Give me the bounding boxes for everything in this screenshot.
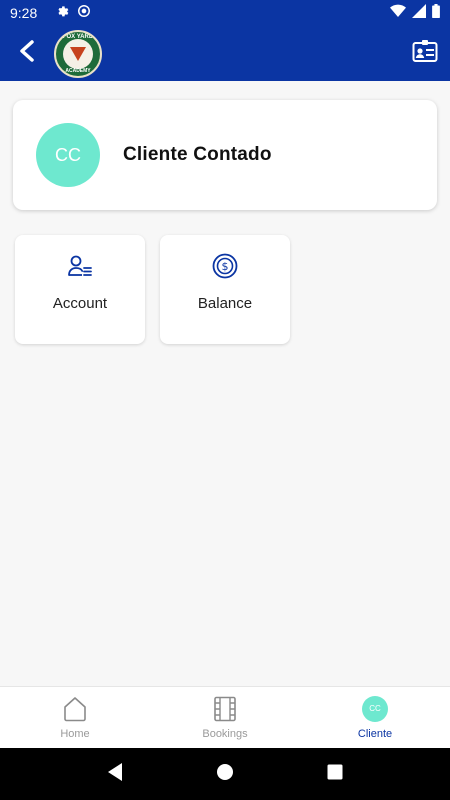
id-card-icon (412, 39, 438, 68)
triangle-back-icon (106, 762, 124, 787)
system-nav-bar (0, 748, 450, 800)
status-time: 9:28 (10, 5, 38, 21)
wifi-icon (390, 4, 406, 23)
app-bar: FOX YARD ACADEMY (0, 26, 450, 81)
svg-text:$: $ (222, 260, 229, 273)
system-home-button[interactable] (205, 754, 245, 794)
nav-bookings-label: Bookings (202, 727, 248, 740)
back-button[interactable] (0, 26, 54, 81)
sync-icon (77, 4, 91, 23)
fox-icon (70, 46, 86, 61)
balance-label: Balance (197, 295, 253, 312)
profile-name: Cliente Contado (123, 144, 272, 165)
logo-text-bottom: ACADEMY (65, 67, 91, 74)
academy-logo: FOX YARD ACADEMY (54, 29, 102, 78)
id-card-button[interactable] (410, 39, 440, 69)
logo-text-top: FOX YARD (62, 33, 94, 40)
dollar-coin-icon: $ (212, 253, 238, 279)
avatar: CC (362, 695, 388, 722)
bottom-nav: Home Bookings CC Cliente (0, 686, 450, 748)
film-icon (212, 696, 238, 722)
nav-cliente[interactable]: CC Cliente (300, 687, 450, 748)
settings-icon (55, 4, 69, 23)
chevron-left-icon (17, 40, 37, 67)
balance-tile[interactable]: $ Balance (160, 235, 290, 344)
battery-icon (432, 3, 440, 23)
nav-bookings[interactable]: Bookings (150, 687, 300, 748)
nav-cliente-label: Cliente (357, 727, 393, 740)
status-bar: 9:28 (0, 0, 450, 26)
nav-home-label: Home (60, 727, 90, 740)
nav-home[interactable]: Home (0, 687, 150, 748)
home-icon (62, 696, 88, 722)
account-tile[interactable]: Account (15, 235, 145, 344)
signal-icon (412, 3, 426, 23)
user-list-icon (67, 253, 93, 279)
profile-card: CC Cliente Contado (13, 100, 437, 210)
account-label: Account (52, 295, 108, 312)
avatar: CC (36, 123, 100, 187)
system-recents-button[interactable] (315, 754, 355, 794)
circle-home-icon (216, 763, 234, 786)
system-back-button[interactable] (95, 754, 135, 794)
square-recents-icon (327, 764, 343, 785)
